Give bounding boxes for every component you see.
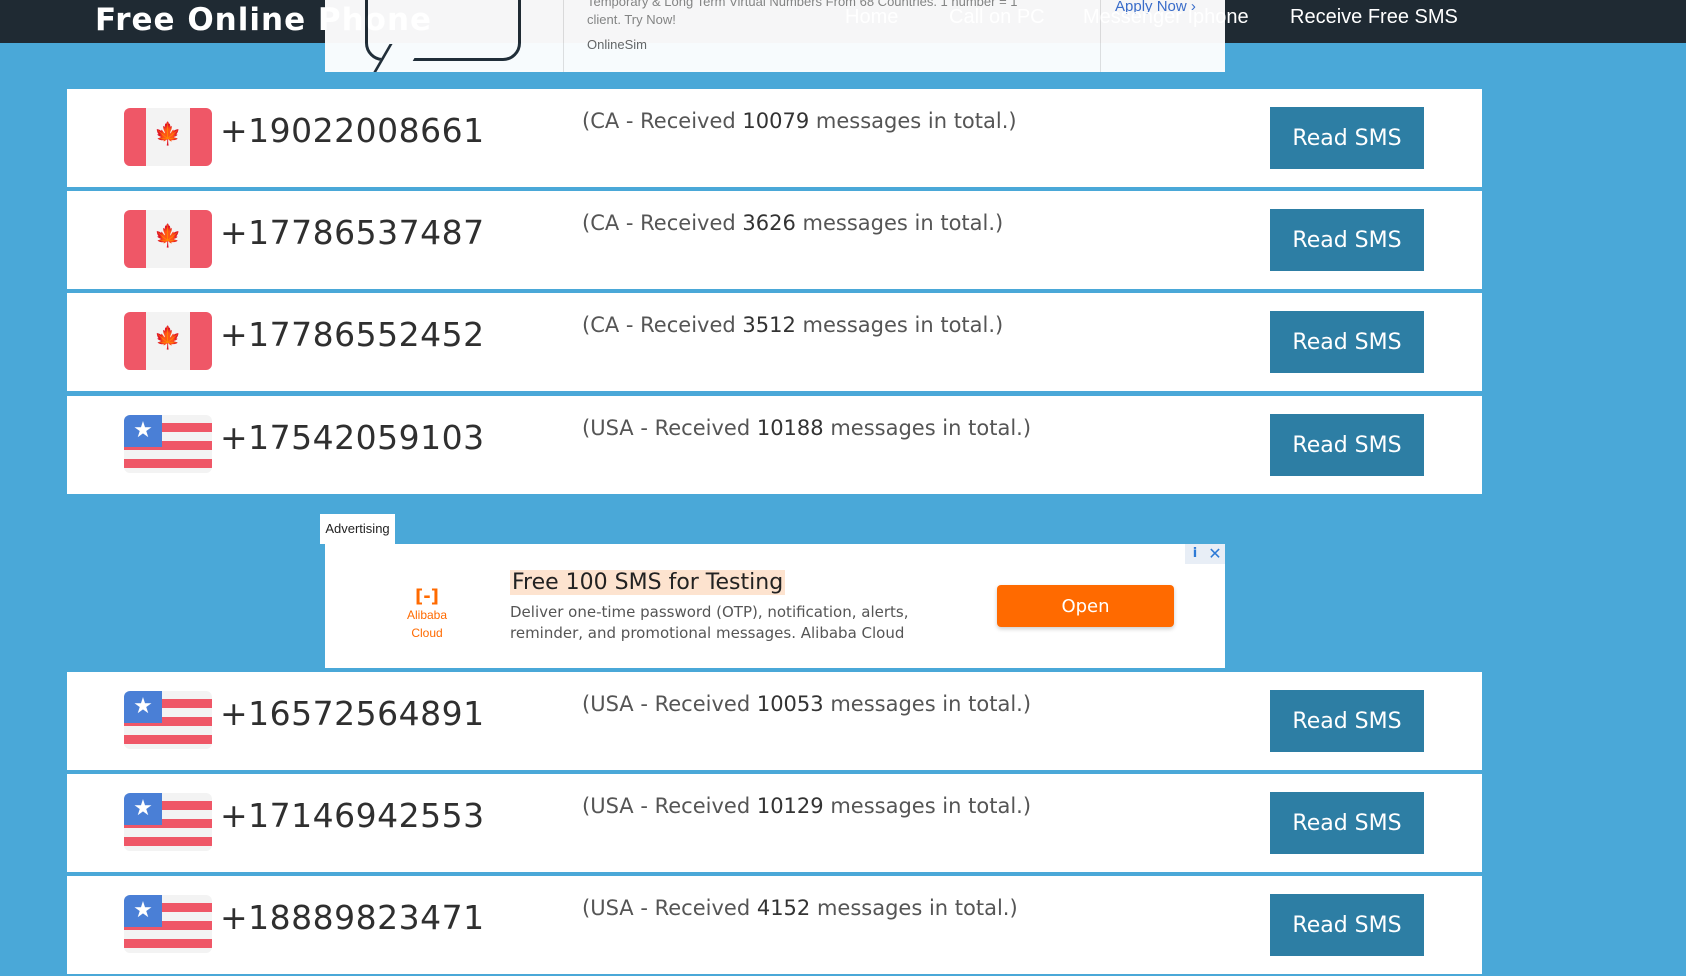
- message-count: 10188: [756, 416, 824, 440]
- read-sms-button[interactable]: Read SMS: [1270, 894, 1424, 956]
- ad-divider: [563, 0, 564, 72]
- phone-number[interactable]: +17542059103: [220, 418, 485, 457]
- ad-close-icon[interactable]: ✕: [1205, 544, 1225, 564]
- ad-info-icon[interactable]: i: [1185, 544, 1205, 564]
- ad-open-button[interactable]: Open: [997, 585, 1174, 627]
- message-count: 10129: [756, 794, 824, 818]
- canada-flag-icon: 🍁: [124, 108, 212, 166]
- message-count-info: (CA - Received 3626 messages in total.): [582, 211, 1004, 235]
- message-count: 3626: [742, 211, 796, 235]
- message-count: 10053: [756, 692, 824, 716]
- message-count-info: (CA - Received 3512 messages in total.): [582, 313, 1004, 337]
- phone-number[interactable]: +17146942553: [220, 796, 485, 835]
- alibaba-cloud-logo[interactable]: [-] Alibaba Cloud: [391, 588, 463, 642]
- read-sms-button[interactable]: Read SMS: [1270, 209, 1424, 271]
- canada-flag-icon: 🍁: [124, 210, 212, 268]
- phone-number[interactable]: +17786537487: [220, 213, 485, 252]
- phone-number[interactable]: +16572564891: [220, 694, 485, 733]
- canada-flag-icon: 🍁: [124, 312, 212, 370]
- read-sms-button[interactable]: Read SMS: [1270, 107, 1424, 169]
- ad-text: client. Try Now!: [587, 12, 676, 27]
- number-row: 🍁 +17786552452 (CA - Received 3512 messa…: [67, 293, 1482, 393]
- number-row: ★ +18889823471 (USA - Received 4152 mess…: [67, 876, 1482, 976]
- phone-number[interactable]: +17786552452: [220, 315, 485, 354]
- alibaba-cloud-icon: [-]: [415, 586, 439, 607]
- number-row: ★ +17146942553 (USA - Received 10129 mes…: [67, 774, 1482, 874]
- read-sms-button[interactable]: Read SMS: [1270, 690, 1424, 752]
- message-count-info: (USA - Received 10053 messages in total.…: [582, 692, 1032, 716]
- nav-receive-free-sms[interactable]: Receive Free SMS: [1290, 6, 1458, 29]
- ad-title[interactable]: Free 100 SMS for Testing: [510, 570, 786, 595]
- alibaba-cloud-logo-text: Alibaba Cloud: [406, 608, 448, 640]
- message-count-info: (USA - Received 4152 messages in total.): [582, 896, 1018, 920]
- nav-messenger-iphone[interactable]: Messenger Iphone: [1083, 6, 1249, 29]
- usa-flag-icon: ★: [124, 895, 212, 953]
- message-count-info: (USA - Received 10188 messages in total.…: [582, 416, 1032, 440]
- read-sms-button[interactable]: Read SMS: [1270, 311, 1424, 373]
- number-row: ★ +17542059103 (USA - Received 10188 mes…: [67, 396, 1482, 496]
- number-row: ★ +16572564891 (USA - Received 10053 mes…: [67, 672, 1482, 772]
- ad-source: OnlineSim: [587, 37, 647, 52]
- alibaba-ad-banner[interactable]: i ✕ [-] Alibaba Cloud Free 100 SMS for T…: [325, 544, 1225, 668]
- message-count-info: (CA - Received 10079 messages in total.): [582, 109, 1017, 133]
- usa-flag-icon: ★: [124, 415, 212, 473]
- usa-flag-icon: ★: [124, 691, 212, 749]
- advertising-label: Advertising: [320, 514, 395, 544]
- nav-call-on-pc[interactable]: Call on PC: [949, 6, 1045, 29]
- usa-flag-icon: ★: [124, 793, 212, 851]
- ad-description: Deliver one-time password (OTP), notific…: [510, 603, 909, 642]
- number-row: 🍁 +17786537487 (CA - Received 3626 messa…: [67, 191, 1482, 291]
- message-count: 3512: [742, 313, 796, 337]
- phone-number[interactable]: +19022008661: [220, 111, 485, 150]
- read-sms-button[interactable]: Read SMS: [1270, 792, 1424, 854]
- number-row: 🍁 +19022008661 (CA - Received 10079 mess…: [67, 89, 1482, 189]
- nav-home[interactable]: Home: [845, 6, 898, 29]
- message-count: 10079: [742, 109, 810, 133]
- ad-controls: i ✕: [1185, 544, 1225, 564]
- read-sms-button[interactable]: Read SMS: [1270, 414, 1424, 476]
- message-count: 4152: [756, 896, 811, 920]
- message-count-info: (USA - Received 10129 messages in total.…: [582, 794, 1032, 818]
